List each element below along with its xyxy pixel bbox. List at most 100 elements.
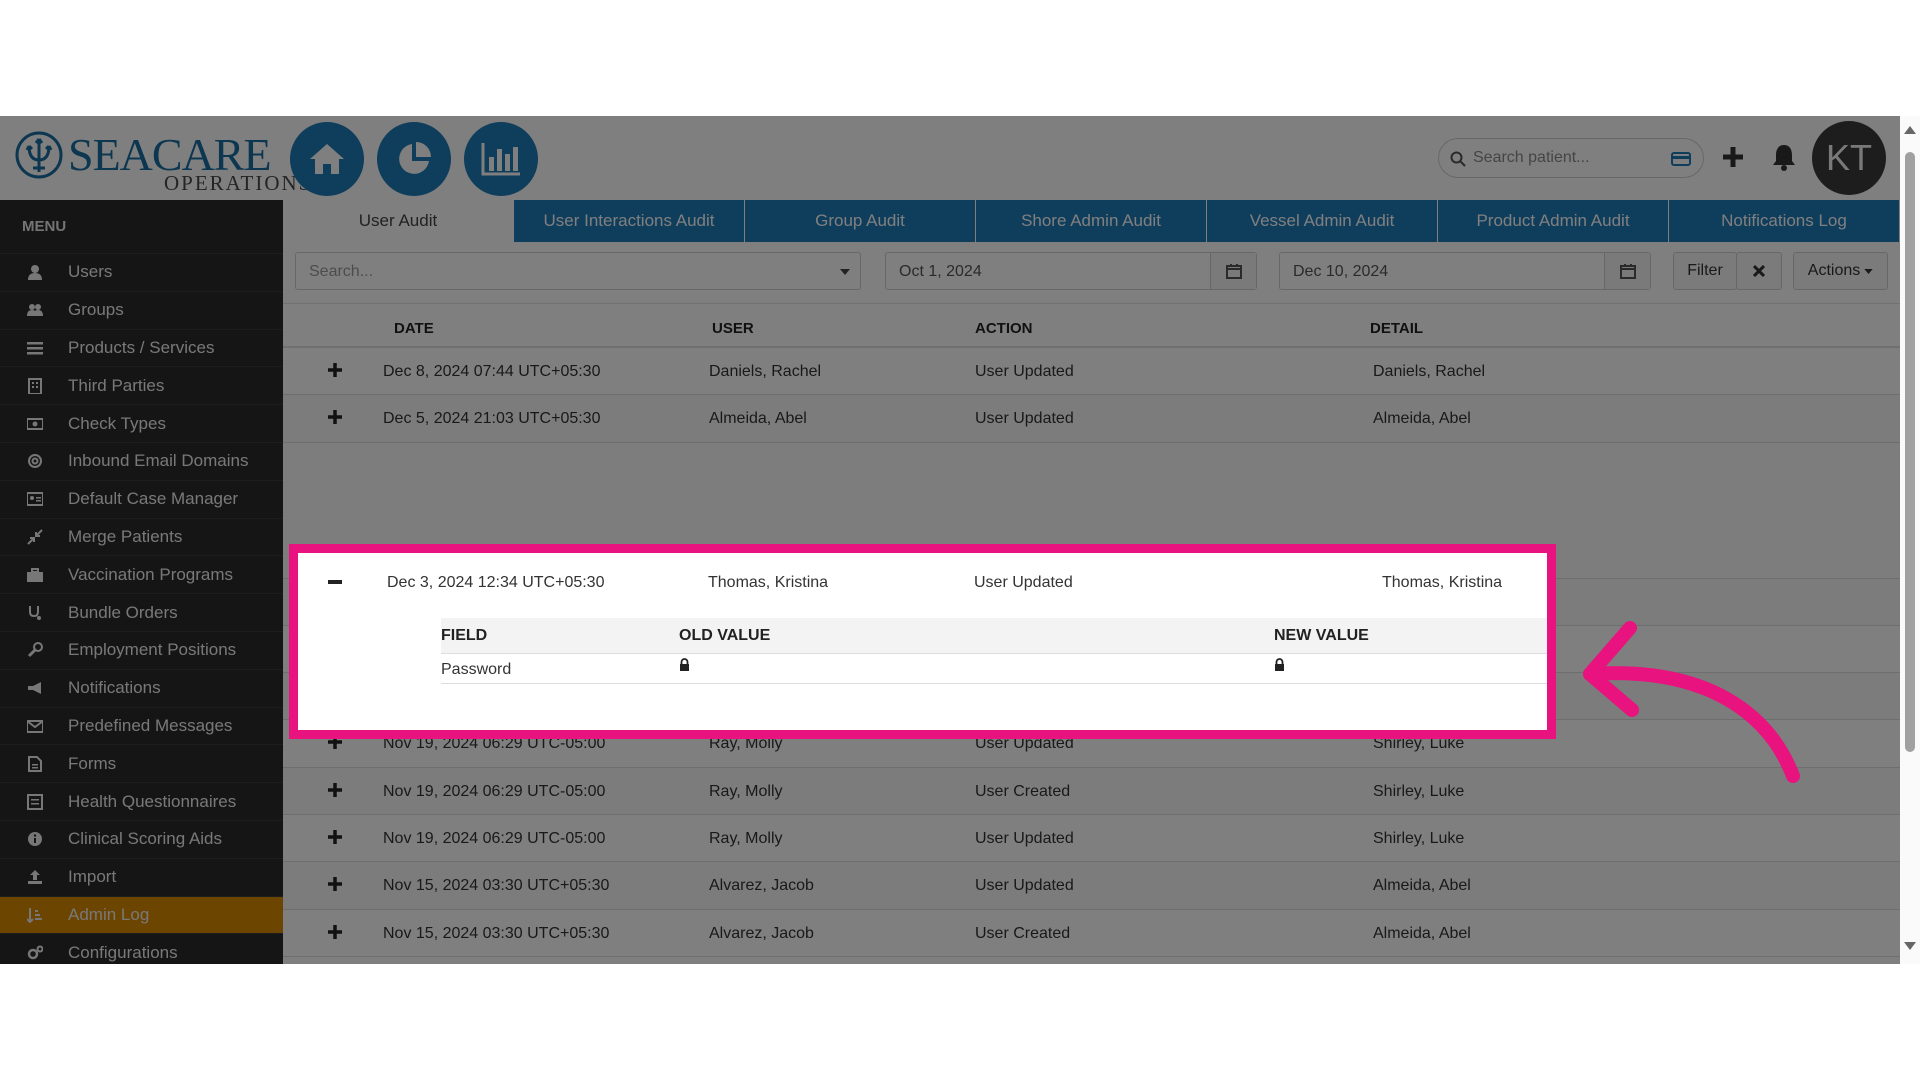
seacare-logo[interactable]: SEACARE OPERATIONS	[14, 124, 310, 194]
patient-search-input[interactable]	[1473, 147, 1663, 169]
cell-user: Daniels, Rachel	[709, 363, 822, 380]
card-icon[interactable]	[1671, 151, 1691, 167]
user-icon	[24, 264, 46, 281]
date-from-field[interactable]: Oct 1, 2024	[885, 252, 1257, 290]
expanded-row[interactable]: Dec 3, 2024 12:34 UTC+05:30 Thomas, Kris…	[298, 553, 1547, 598]
expand-plus-icon[interactable]	[328, 877, 342, 892]
col-date-header[interactable]: DATE	[394, 320, 434, 337]
cogs-icon	[24, 945, 46, 961]
col-action-header[interactable]: ACTION	[975, 320, 1033, 337]
stethoscope-icon	[24, 605, 46, 621]
sidebar-item-label: Notifications	[68, 678, 161, 698]
sidebar-item-admin-log[interactable]: Admin Log	[0, 895, 283, 934]
sidebar-item-predefined-messages[interactable]: Predefined Messages	[0, 706, 283, 745]
sidebar-item-bundle-orders[interactable]: Bundle Orders	[0, 593, 283, 631]
search-select[interactable]: Search...	[295, 252, 861, 290]
sidebar-item-products-services[interactable]: Products / Services	[0, 328, 283, 367]
home-icon	[310, 144, 344, 174]
date-to-field[interactable]: Dec 10, 2024	[1279, 252, 1651, 290]
sidebar-item-check-types[interactable]: Check Types	[0, 404, 283, 442]
sidebar-item-vaccination-programs[interactable]: Vaccination Programs	[0, 555, 283, 593]
col-user-header[interactable]: USER	[712, 320, 754, 337]
expand-toggle[interactable]	[325, 407, 345, 427]
sidebar-item-configurations[interactable]: Configurations	[0, 933, 283, 964]
sidebar-item-label: Check Types	[68, 413, 166, 433]
cell-date: Nov 19, 2024 06:29 UTC-05:00	[383, 782, 606, 800]
vertical-scrollbar[interactable]	[1900, 116, 1920, 964]
reports-nav-button[interactable]	[464, 122, 538, 196]
compress-icon	[24, 529, 46, 545]
sidebar-item-forms[interactable]: Forms	[0, 744, 283, 782]
home-nav-button[interactable]	[290, 122, 364, 196]
tab-vessel-admin-audit[interactable]: Vessel Admin Audit	[1207, 200, 1437, 242]
expand-plus-icon[interactable]	[328, 924, 342, 939]
table-row[interactable]: Dec 8, 2024 07:44 UTC+05:30 Daniels, Rach…	[283, 348, 1903, 396]
audit-tabs: User Audit User Interactions Audit Group A…	[283, 200, 1903, 242]
table-header: DATE USER ACTION DETAIL	[283, 304, 1903, 348]
table-row[interactable]: Nov 15, 2024 03:30 UTC+05:30 Alvarez, Jac…	[283, 862, 1903, 910]
expand-toggle[interactable]	[325, 360, 345, 380]
clear-filter-button[interactable]	[1736, 252, 1782, 290]
tab-user-audit[interactable]: User Audit	[283, 200, 513, 242]
expand-toggle[interactable]	[325, 827, 345, 847]
sidebar-item-third-parties[interactable]: Third Parties	[0, 366, 283, 404]
collapse-minus-icon[interactable]	[328, 580, 342, 584]
sidebar-item-groups[interactable]: Groups	[0, 290, 283, 329]
filter-button[interactable]: Filter	[1673, 252, 1737, 290]
sidebar-item-merge-patients[interactable]: Merge Patients	[0, 517, 283, 556]
expanded-detail: Thomas, Kristina	[1382, 574, 1503, 591]
scroll-up-icon[interactable]	[1904, 126, 1916, 134]
scrollbar-thumb[interactable]	[1905, 152, 1915, 752]
bell-icon	[1773, 145, 1795, 171]
cell-user: Alvarez, Jacob	[709, 924, 814, 942]
col-detail-header[interactable]: DETAIL	[1370, 320, 1423, 337]
sidebar-item-default-case-manager[interactable]: Default Case Manager	[0, 479, 283, 518]
add-button[interactable]	[1720, 144, 1746, 170]
tab-group-audit[interactable]: Group Audit	[745, 200, 975, 242]
cell-action: User Updated	[975, 877, 1074, 895]
tab-shore-admin-audit[interactable]: Shore Admin Audit	[976, 200, 1206, 242]
sidebar-item-label: Bundle Orders	[68, 602, 178, 622]
sidebar-item-label: Predefined Messages	[68, 715, 233, 735]
expanded-action: User Updated	[974, 574, 1073, 591]
actions-label: Actions	[1807, 262, 1861, 279]
scroll-down-icon[interactable]	[1904, 942, 1916, 950]
cell-detail: Almeida, Abel	[1373, 924, 1471, 942]
expand-plus-icon[interactable]	[328, 363, 342, 377]
sidebar-item-inbound-email-domains[interactable]: Inbound Email Domains	[0, 441, 283, 480]
cell-detail: Shirley, Luke	[1373, 782, 1465, 800]
expand-plus-icon[interactable]	[328, 782, 342, 797]
search-icon	[1450, 151, 1466, 167]
expand-toggle[interactable]	[325, 922, 345, 942]
tab-notifications-log[interactable]: Notifications Log	[1669, 200, 1899, 242]
cell-detail: Daniels, Rachel	[1373, 363, 1486, 380]
bar-chart-icon	[481, 143, 520, 176]
table-row[interactable]: Nov 19, 2024 06:29 UTC-05:00 Ray, Molly Us…	[283, 815, 1903, 863]
user-avatar[interactable]: KT	[1812, 121, 1886, 195]
expand-toggle[interactable]	[325, 780, 345, 800]
sidebar-item-users[interactable]: Users	[0, 253, 283, 291]
sidebar-item-import[interactable]: Import	[0, 857, 283, 896]
date-to-calendar-button[interactable]	[1604, 253, 1650, 289]
expand-plus-icon[interactable]	[328, 830, 342, 845]
actions-dropdown[interactable]: Actions	[1793, 252, 1888, 290]
sidebar-item-employment-positions[interactable]: Employment Positions	[0, 630, 283, 669]
patient-search	[1438, 138, 1704, 178]
field-name: Password	[441, 661, 512, 678]
dashboard-nav-button[interactable]	[377, 122, 451, 196]
sidebar-item-notifications[interactable]: Notifications	[0, 668, 283, 707]
notifications-button[interactable]	[1770, 142, 1798, 172]
sidebar-item-clinical-scoring-aids[interactable]: Clinical Scoring Aids	[0, 819, 283, 858]
sidebar-menu: Users Groups Products / Services Third Part…	[0, 253, 283, 964]
sidebar-item-health-questionnaires[interactable]: Health Questionnaires	[0, 782, 283, 820]
table-row[interactable]: Nov 15, 2024 03:30 UTC+05:30 Alvarez, Jac…	[283, 909, 1903, 957]
tab-user-interactions-audit[interactable]: User Interactions Audit	[514, 200, 744, 242]
table-row[interactable]: Dec 5, 2024 21:03 UTC+05:30 Almeida, Abel…	[283, 395, 1903, 443]
expand-toggle[interactable]	[325, 874, 345, 894]
change-detail-table: FIELD OLD VALUE NEW VALUE Password	[441, 618, 1547, 690]
tab-product-admin-audit[interactable]: Product Admin Audit	[1438, 200, 1668, 242]
cell-detail: Shirley, Luke	[1373, 830, 1465, 848]
expand-plus-icon[interactable]	[328, 410, 342, 425]
date-from-calendar-button[interactable]	[1210, 253, 1256, 289]
cell-date: Nov 15, 2024 03:30 UTC+05:30	[383, 877, 610, 895]
